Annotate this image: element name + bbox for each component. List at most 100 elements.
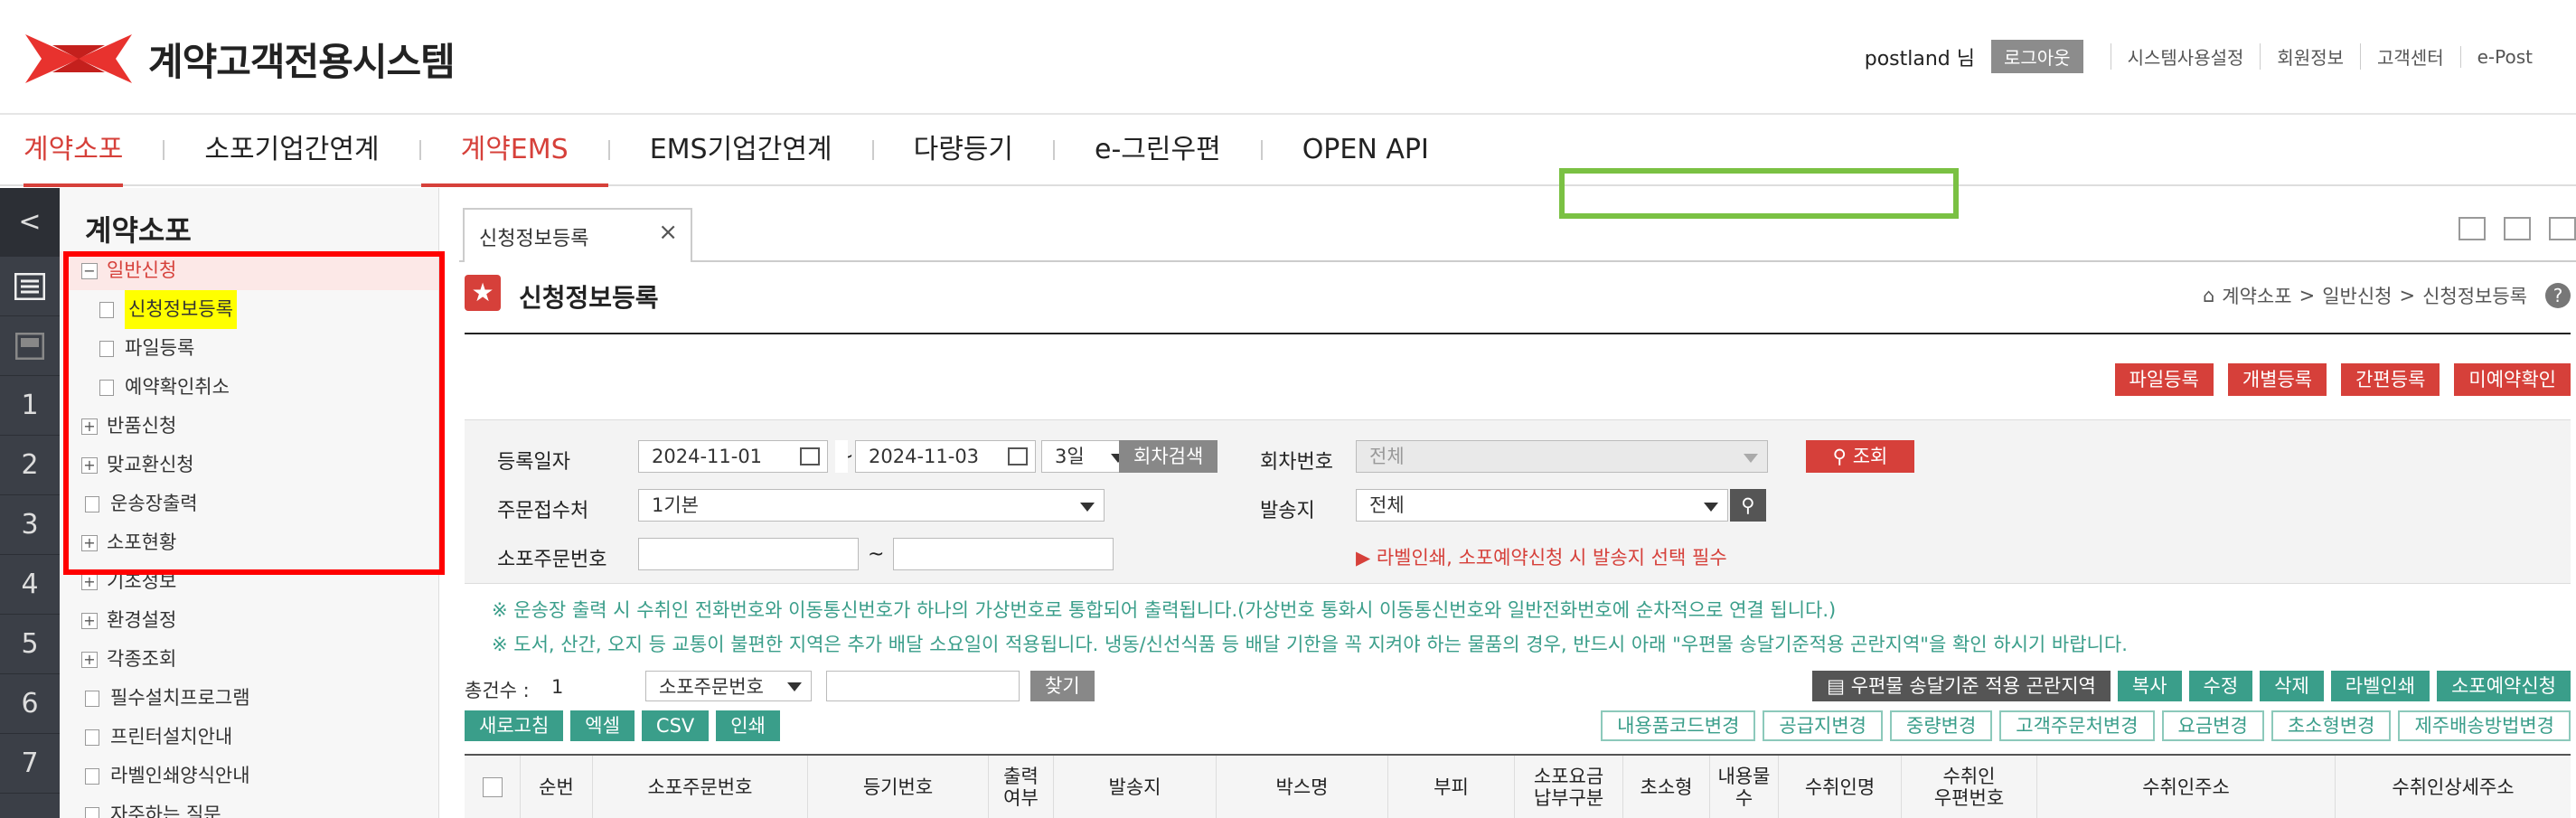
sidebar-item-inquiries[interactable]: + 각종조회 bbox=[60, 640, 438, 679]
calendar-icon[interactable] bbox=[800, 447, 820, 465]
change-micro-button[interactable]: 초소형변경 bbox=[2270, 710, 2392, 741]
util-link-epost[interactable]: e-Post bbox=[2459, 45, 2549, 68]
rail-shortcut-2[interactable]: 2 bbox=[0, 436, 60, 495]
sidebar-item-preferences[interactable]: + 환경설정 bbox=[60, 601, 438, 640]
search-icon: ⚲ bbox=[1832, 446, 1853, 467]
sidebar-item-required-programs[interactable]: 필수설치프로그램 bbox=[60, 679, 438, 718]
list-icon[interactable] bbox=[0, 257, 60, 316]
nav-contract-parcel[interactable]: 계약소포 bbox=[24, 115, 163, 187]
change-fee-button[interactable]: 요금변경 bbox=[2161, 710, 2264, 741]
expand-plus-icon[interactable]: + bbox=[81, 651, 98, 668]
change-customer-order-button[interactable]: 고객주문처변경 bbox=[1999, 710, 2155, 741]
logo[interactable]: 계약고객전용시스템 bbox=[25, 27, 456, 90]
parcel-order-no-label: 소포주문번호 bbox=[497, 549, 607, 571]
bulk-change-buttons: 내용품코드변경 공급지변경 중량변경 고객주문처변경 요금변경 초소형변경 제주… bbox=[1601, 710, 2571, 741]
select-all-checkbox[interactable] bbox=[482, 776, 503, 797]
unreserved-check-button[interactable]: 미예약확인 bbox=[2454, 363, 2571, 396]
expand-plus-icon[interactable]: + bbox=[81, 612, 98, 629]
individual-register-button[interactable]: 개별등록 bbox=[2227, 363, 2327, 396]
col-recipient-name[interactable]: 수취인명 bbox=[1779, 756, 1902, 818]
change-jeju-delivery-button[interactable]: 제주배송방법변경 bbox=[2398, 710, 2571, 741]
order-source-select[interactable]: 1기본 bbox=[638, 489, 1105, 522]
parcel-no-from-input[interactable] bbox=[638, 538, 859, 570]
breadcrumb-item[interactable]: 일반신청 bbox=[2322, 282, 2392, 309]
simple-register-button[interactable]: 간편등록 bbox=[2341, 363, 2440, 396]
change-supplier-button[interactable]: 공급지변경 bbox=[1763, 710, 1884, 741]
nav-e-green-mail[interactable]: e-그린우편 bbox=[1055, 115, 1261, 185]
col-recipient-address[interactable]: 수취인주소 bbox=[2037, 756, 2336, 818]
rail-shortcut-1[interactable]: 1 bbox=[0, 376, 60, 436]
round-search-button[interactable]: 회차검색 bbox=[1119, 440, 1218, 473]
change-weight-button[interactable]: 중량변경 bbox=[1890, 710, 1993, 741]
util-link-member[interactable]: 회원정보 bbox=[2260, 43, 2360, 70]
col-content-count[interactable]: 내용물 수 bbox=[1710, 756, 1779, 818]
collapse-chevron-left-icon[interactable]: < bbox=[0, 188, 60, 257]
sidebar-title: 계약소포 bbox=[85, 213, 192, 248]
rail-shortcut-4[interactable]: 4 bbox=[0, 555, 60, 615]
col-volume[interactable]: 부피 bbox=[1388, 756, 1515, 818]
expand-plus-icon[interactable]: + bbox=[81, 573, 98, 590]
search-keyword-input[interactable] bbox=[826, 671, 1020, 701]
nav-contract-ems[interactable]: 계약EMS bbox=[420, 115, 608, 187]
breadcrumb-item[interactable]: 계약소포 bbox=[2222, 282, 2291, 309]
sidebar-item-printer-guide[interactable]: 프린터설치안내 bbox=[60, 718, 438, 757]
parcel-reservation-button[interactable]: 소포예약신청 bbox=[2437, 671, 2571, 701]
col-fee-payment[interactable]: 소포요금 납부구분 bbox=[1515, 756, 1623, 818]
col-seq[interactable]: 순번 bbox=[521, 756, 593, 818]
col-printed[interactable]: 출력 여부 bbox=[989, 756, 1054, 818]
nav-ems-b2b[interactable]: EMS기업간연계 bbox=[610, 115, 872, 185]
rail-shortcut-7[interactable]: 7 bbox=[0, 734, 60, 794]
csv-button[interactable]: CSV bbox=[641, 710, 710, 741]
search-field-select[interactable]: 소포주문번호 bbox=[645, 671, 812, 701]
nav-open-api[interactable]: OPEN API bbox=[1263, 115, 1469, 185]
sender-search-icon[interactable]: ⚲ bbox=[1730, 489, 1766, 522]
col-micro[interactable]: 초소형 bbox=[1623, 756, 1710, 818]
label-print-button[interactable]: 라벨인쇄 bbox=[2330, 671, 2430, 701]
nav-bulk-registered[interactable]: 다량등기 bbox=[874, 115, 1053, 185]
col-sender[interactable]: 발송지 bbox=[1054, 756, 1217, 818]
delete-button[interactable]: 삭제 bbox=[2260, 671, 2324, 701]
delivery-area-button[interactable]: ▤ 우편물 송달기준 적용 곤란지역 bbox=[1812, 671, 2111, 701]
print-button[interactable]: 인쇄 bbox=[716, 710, 780, 741]
date-to-input[interactable]: 2024-11-03 bbox=[855, 440, 1036, 473]
copy-button[interactable]: 복사 bbox=[2117, 671, 2182, 701]
date-from-input[interactable]: 2024-11-01 bbox=[638, 440, 828, 473]
rail-shortcut-5[interactable]: 5 bbox=[0, 615, 60, 674]
excel-button[interactable]: 엑셀 bbox=[570, 710, 635, 741]
sidebar-item-label: 라벨인쇄양식안내 bbox=[110, 765, 250, 786]
rail-shortcut-3[interactable]: 3 bbox=[0, 495, 60, 555]
single-view-icon[interactable] bbox=[2458, 217, 2486, 240]
tab-request-info[interactable]: 신청정보등록 × bbox=[463, 208, 692, 262]
favorite-star-icon[interactable]: ★ bbox=[465, 275, 501, 311]
find-button[interactable]: 찾기 bbox=[1030, 671, 1095, 701]
home-icon[interactable]: ⌂ bbox=[2203, 285, 2214, 306]
panel-icon[interactable] bbox=[0, 316, 60, 376]
parcel-no-to-input[interactable] bbox=[893, 538, 1114, 570]
tile-view-icon[interactable] bbox=[2549, 217, 2576, 240]
nav-parcel-b2b[interactable]: 소포기업간연계 bbox=[165, 115, 418, 185]
util-link-settings[interactable]: 시스템사용설정 bbox=[2110, 43, 2261, 70]
file-register-button[interactable]: 파일등록 bbox=[2114, 363, 2214, 396]
sidebar-item-label-format-guide[interactable]: 라벨인쇄양식안내 bbox=[60, 757, 438, 795]
document-icon bbox=[85, 690, 99, 707]
calendar-icon[interactable] bbox=[1008, 447, 1028, 465]
col-parcel-order-no[interactable]: 소포주문번호 bbox=[593, 756, 808, 818]
refresh-button[interactable]: 새로고침 bbox=[465, 710, 564, 741]
sender-select[interactable]: 전체 bbox=[1356, 489, 1728, 522]
help-icon[interactable]: ? bbox=[2545, 283, 2571, 308]
rail-shortcut-6[interactable]: 6 bbox=[0, 674, 60, 734]
notices: ※ 운송장 출력 시 수취인 전화번호와 이동통신번호가 하나의 가상번호로 통… bbox=[492, 593, 2128, 662]
edit-button[interactable]: 수정 bbox=[2188, 671, 2253, 701]
logo-mark-icon bbox=[25, 34, 132, 83]
col-recipient-zip[interactable]: 수취인 우편번호 bbox=[1902, 756, 2037, 818]
util-link-support[interactable]: 고객센터 bbox=[2360, 43, 2460, 70]
col-recipient-detail-address[interactable]: 수취인상세주소 bbox=[2336, 756, 2571, 818]
sidebar-item-faq[interactable]: 자주하는 질문 bbox=[60, 795, 438, 818]
grid-view-icon[interactable] bbox=[2504, 217, 2531, 240]
close-icon[interactable]: × bbox=[658, 219, 678, 246]
change-content-code-button[interactable]: 내용품코드변경 bbox=[1601, 710, 1756, 741]
col-box-name[interactable]: 박스명 bbox=[1217, 756, 1388, 818]
logout-button[interactable]: 로그아웃 bbox=[1990, 40, 2083, 73]
query-button[interactable]: ⚲ 조회 bbox=[1806, 440, 1914, 473]
col-registered-no[interactable]: 등기번호 bbox=[808, 756, 989, 818]
